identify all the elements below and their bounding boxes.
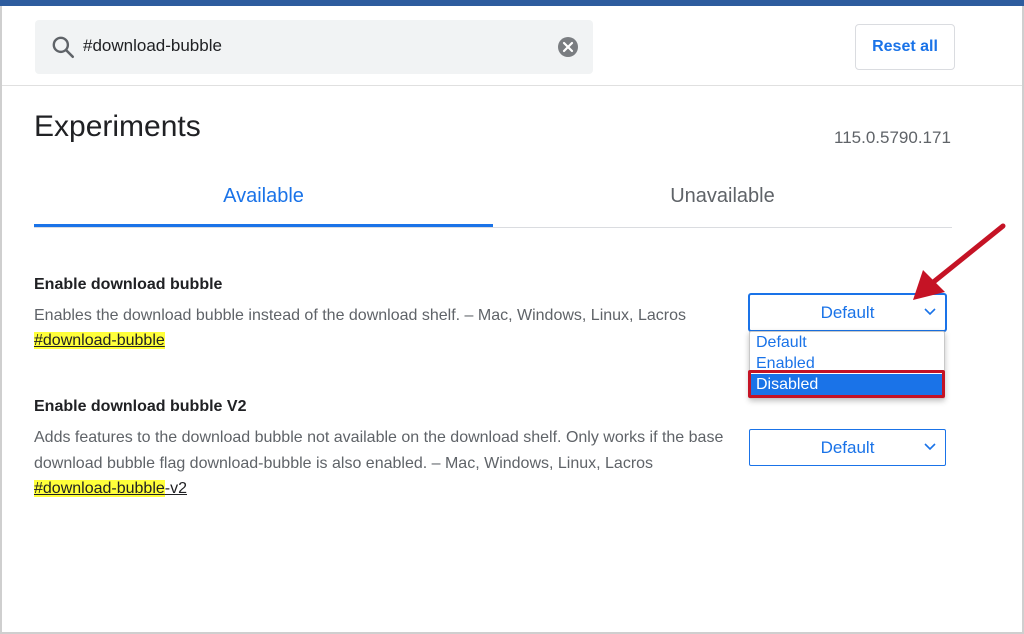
select-value: Default [820,438,875,457]
experiment-download-bubble-v2: Enable download bubble V2 Adds features … [34,398,744,498]
page-title: Experiments [34,110,201,143]
chevron-down-icon [924,443,936,451]
search-input[interactable]: #download-bubble [83,36,222,56]
flags-header: #download-bubble Reset all [2,6,1022,86]
experiment-download-bubble: Enable download bubble Enables the downl… [34,276,744,350]
experiment-permalink[interactable]: #download-bubble [34,332,165,350]
experiment-title: Enable download bubble [34,276,223,293]
permalink-suffix: -v2 [164,480,188,497]
download-bubble-v2-select[interactable]: Default [749,429,946,466]
version-label: 115.0.5790.171 [834,128,951,147]
tab-bar: Available Unavailable [34,170,952,228]
permalink-highlight: #download-bubble [34,332,165,349]
experiment-description: Adds features to the download bubble not… [34,429,724,472]
reset-all-button[interactable]: Reset all [855,24,955,70]
experiment-title: Enable download bubble V2 [34,398,247,415]
experiment-description: Enables the download bubble instead of t… [34,307,686,324]
experiment-permalink[interactable]: #download-bubble-v2 [34,480,187,498]
tab-available[interactable]: Available [34,170,493,227]
select-value: Default [820,303,875,322]
tab-unavailable[interactable]: Unavailable [493,170,952,227]
permalink-highlight: #download-bubble [34,480,165,497]
annotation-arrow-icon [913,223,1006,300]
clear-icon[interactable] [557,36,579,58]
option-default[interactable]: Default [750,332,944,353]
search-box[interactable]: #download-bubble [35,20,593,74]
search-icon [52,36,75,59]
annotation-highlight-box [748,370,945,398]
